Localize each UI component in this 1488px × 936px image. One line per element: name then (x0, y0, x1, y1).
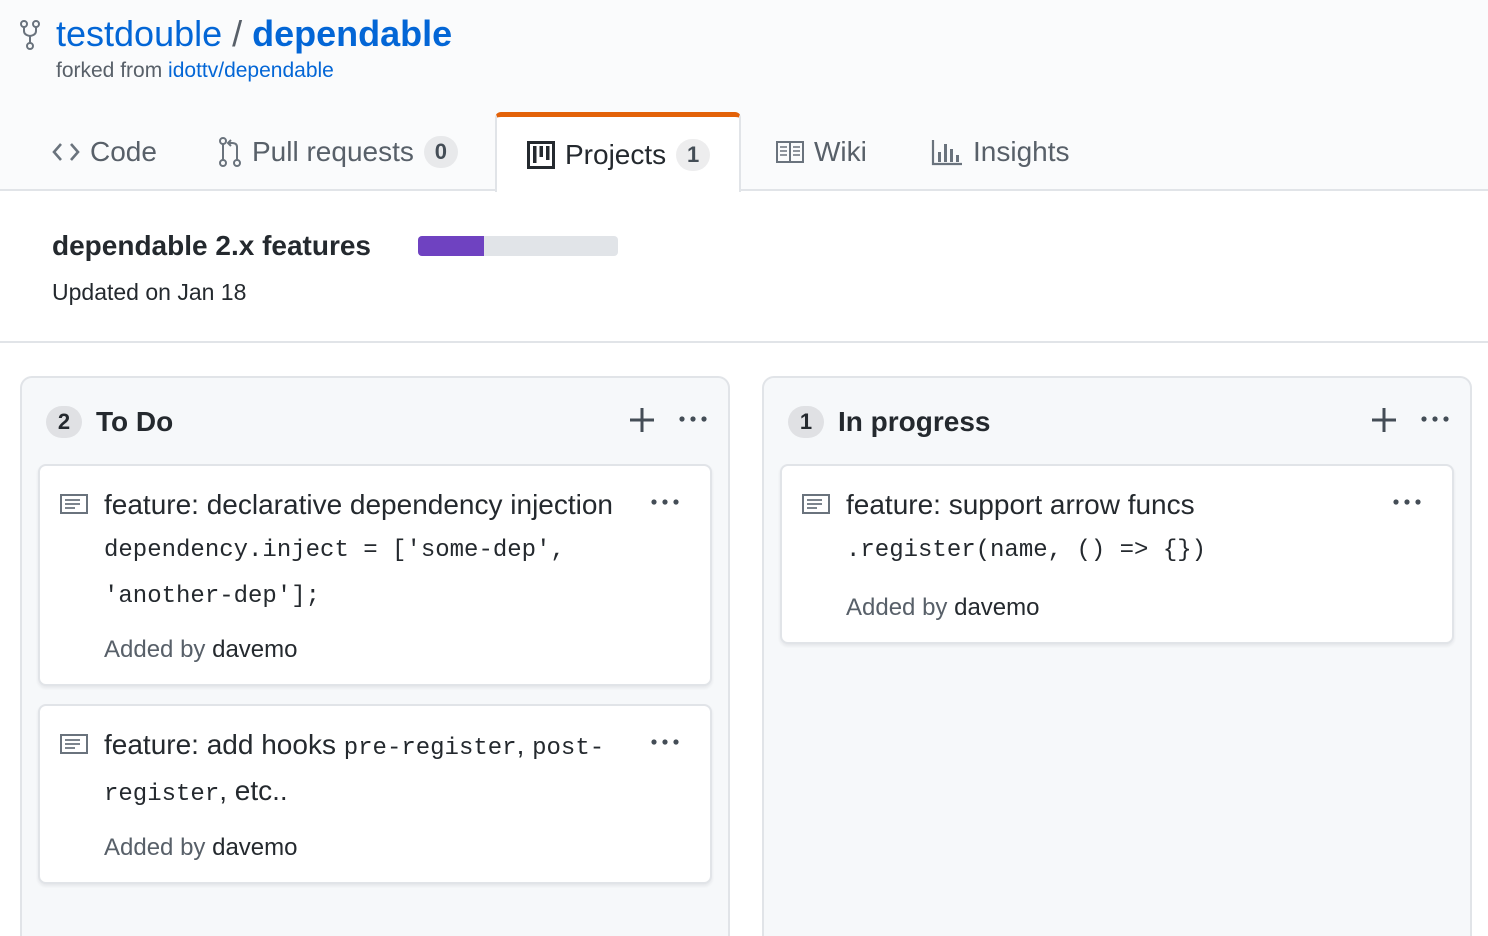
repo-path-separator: / (232, 13, 243, 54)
project-card[interactable]: feature: add hooks pre-register, post-re… (38, 704, 712, 884)
tab-projects[interactable]: Projects 1 (495, 112, 741, 192)
card-added-by: Added by davemo (104, 634, 297, 666)
repo-owner-link[interactable]: testdouble (56, 13, 222, 54)
column-in-progress: 1 In progress feature: support arrow fun… (762, 376, 1472, 936)
projects-counter: 1 (676, 138, 711, 171)
column-to-do: 2 To Do feature: declarative dependency … (20, 376, 730, 936)
note-icon (802, 494, 830, 514)
card-title: feature: declarative dependency injectio… (104, 489, 614, 520)
card-title: feature: support arrow funcs (846, 489, 1195, 520)
card-title-separator: , (516, 729, 533, 760)
book-icon (776, 141, 804, 163)
repo-header: testdouble / dependable forked from idottv… (0, 0, 1488, 192)
project-card[interactable]: feature: support arrow funcs .register(n… (780, 464, 1454, 644)
card-menu-kebab-icon[interactable] (650, 736, 680, 748)
column-name: To Do (96, 406, 174, 437)
tab-pull-requests[interactable]: Pull requests 0 (218, 112, 458, 192)
pull-requests-counter: 0 (423, 136, 458, 168)
card-added-by: Added by davemo (846, 592, 1039, 624)
column-card-count: 1 (788, 406, 824, 438)
card-author-link[interactable]: davemo (954, 594, 1039, 621)
tab-insights[interactable]: Insights (931, 112, 1070, 192)
card-added-by: Added by davemo (104, 832, 297, 864)
card-code-pre-register: pre-register (343, 735, 517, 762)
tab-projects-label: Projects (565, 138, 667, 170)
project-header-divider (0, 341, 1488, 343)
tab-wiki[interactable]: Wiki (776, 112, 867, 192)
repo-name-link[interactable]: dependable (252, 13, 452, 54)
column-menu-kebab-icon[interactable] (1420, 413, 1450, 425)
column-header: 1 In progress (764, 378, 1470, 466)
added-by-label: Added by (104, 834, 206, 861)
repo-forked-icon (20, 20, 40, 50)
git-pull-request-icon (218, 137, 242, 167)
tab-code-label: Code (90, 136, 157, 167)
tab-wiki-label: Wiki (814, 136, 867, 167)
project-icon (527, 140, 555, 169)
forked-from-label: forked from (56, 59, 163, 82)
code-icon (52, 141, 80, 163)
card-note-text: feature: support arrow funcs .register(n… (846, 484, 1406, 572)
column-header: 2 To Do (22, 378, 728, 466)
project-card[interactable]: feature: declarative dependency injectio… (38, 464, 712, 686)
graph-icon (931, 138, 963, 166)
column-menu-kebab-icon[interactable] (678, 413, 708, 425)
note-icon (60, 734, 88, 754)
repo-title: testdouble / dependable (56, 12, 452, 56)
tab-code[interactable]: Code (52, 112, 157, 192)
column-card-count: 2 (46, 406, 82, 438)
note-icon (60, 494, 88, 514)
project-progress-bar (418, 236, 618, 256)
card-note-text: feature: declarative dependency injectio… (104, 484, 664, 618)
add-card-plus-icon[interactable] (1370, 406, 1398, 434)
project-progress-fill (418, 236, 484, 256)
card-code-snippet: dependency.inject = ['some-dep', 'anothe… (104, 537, 565, 610)
card-author-link[interactable]: davemo (212, 834, 297, 861)
forked-from-line: forked from idottv/dependable (56, 57, 334, 85)
column-name: In progress (838, 406, 991, 437)
project-title[interactable]: dependable 2.x features (52, 228, 371, 264)
tab-pull-requests-label: Pull requests (252, 136, 414, 167)
card-author-link[interactable]: davemo (212, 636, 297, 663)
added-by-label: Added by (846, 594, 948, 621)
card-note-text: feature: add hooks pre-register, post-re… (104, 724, 624, 816)
project-updated-date: Updated on Jan 18 (52, 279, 247, 305)
forked-source-link[interactable]: idottv/dependable (168, 59, 334, 82)
card-code-snippet: .register(name, () => {}) (846, 537, 1207, 564)
tab-insights-label: Insights (973, 136, 1070, 167)
card-title-end: , etc.. (219, 775, 288, 806)
add-card-plus-icon[interactable] (628, 406, 656, 434)
added-by-label: Added by (104, 636, 206, 663)
card-title-start: feature: add hooks (104, 729, 344, 760)
